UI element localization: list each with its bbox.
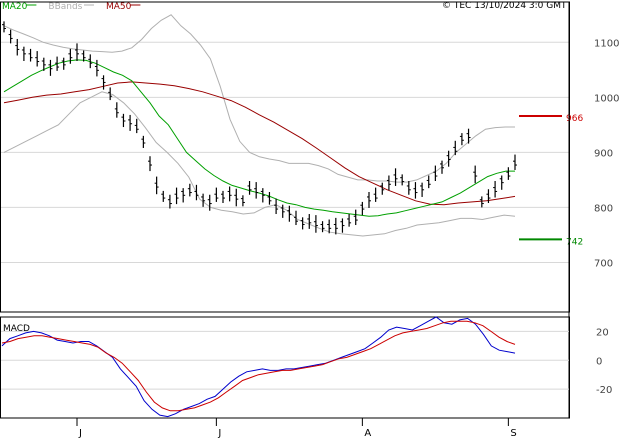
price-bar	[493, 180, 498, 198]
x-tick-label: S	[510, 428, 516, 439]
price-panel-frame	[0, 1, 570, 313]
bband-upper-line	[3, 14, 515, 183]
price-bar	[148, 156, 152, 172]
price-bar	[101, 75, 106, 90]
legend-item-bbands: BBands	[48, 2, 82, 12]
price-bar	[227, 186, 232, 202]
price-bar	[8, 29, 13, 44]
price-bar	[386, 175, 391, 191]
price-bar	[313, 215, 318, 233]
macd-label: MACD	[3, 324, 30, 334]
price-bar	[254, 182, 259, 199]
x-tick-label: A	[364, 428, 371, 439]
price-bar	[300, 217, 305, 230]
price-bar	[154, 176, 159, 195]
macd-line	[1, 316, 516, 418]
y-axis-area	[570, 0, 627, 440]
price-bar	[393, 168, 398, 186]
price-bar	[400, 174, 405, 186]
price-bar	[307, 214, 312, 229]
price-bar	[333, 217, 338, 235]
price-bar	[187, 183, 192, 197]
price-bar	[373, 187, 378, 202]
y-tick-label: 1100	[594, 38, 619, 49]
price-bar	[161, 190, 166, 202]
price-bar	[15, 38, 20, 56]
price-bar	[75, 43, 79, 61]
price-bar	[194, 184, 199, 201]
legend-item-ma20: MA20	[2, 2, 28, 12]
ma20-line	[3, 59, 515, 217]
stock-chart: 11001000900800700966742 200-20MACD JJASO…	[0, 0, 627, 440]
price-bar	[347, 214, 352, 227]
price-bar	[453, 140, 458, 156]
price-bar	[61, 57, 66, 70]
price-bar	[340, 218, 345, 233]
price-bar	[267, 192, 272, 205]
price-bar	[48, 59, 53, 76]
price-bar	[121, 113, 126, 128]
price-bar	[167, 194, 172, 209]
x-axis: JJASO	[76, 418, 517, 439]
price-bar	[513, 154, 517, 170]
bband-lower-line	[3, 91, 516, 237]
x-tick-label: J	[78, 428, 82, 439]
price-bar	[260, 188, 265, 203]
price-bar	[413, 182, 418, 199]
macd-y-tick-label: 20	[596, 327, 609, 338]
price-bar	[479, 196, 484, 208]
price-bar	[247, 180, 252, 195]
price-bar	[459, 133, 464, 146]
price-bar	[294, 210, 298, 226]
price-bar	[134, 118, 139, 134]
price-bar	[240, 195, 245, 207]
price-bar	[274, 198, 279, 215]
price-bar	[367, 192, 371, 208]
price-bar	[360, 201, 365, 216]
price-bar	[21, 46, 26, 61]
price-bar	[28, 48, 33, 62]
price-bar	[35, 51, 40, 67]
price-bar	[221, 190, 225, 204]
price-bar	[280, 204, 285, 218]
price-bar	[320, 221, 325, 233]
price-bar	[433, 165, 438, 181]
price-panel: 11001000900800700966742	[0, 0, 627, 440]
price-bar	[181, 188, 186, 203]
legend-item-ma50: MA50	[106, 2, 132, 12]
price-bar	[207, 194, 212, 211]
price-bar	[94, 59, 99, 77]
chart-header: © TEC 13/10/2024 3:0 GMT MA20 BBands MA50	[2, 1, 567, 12]
price-bar	[114, 102, 119, 118]
x-tick-label: J	[217, 428, 221, 439]
price-bar	[68, 48, 73, 64]
price-bar	[499, 175, 504, 190]
price-bar	[420, 182, 425, 197]
price-bar	[234, 188, 239, 207]
ma50-line	[3, 81, 516, 206]
price-bar	[380, 182, 385, 195]
y-tick-label: 700	[594, 258, 613, 269]
macd-y-tick-label: 0	[596, 356, 602, 367]
price-bar	[128, 114, 133, 131]
y-tick-label: 900	[594, 148, 613, 159]
price-bar	[353, 209, 358, 226]
price-bar	[214, 187, 219, 202]
price-bar	[473, 165, 478, 184]
macd-panel: 20 0 -20 MACD	[0, 316, 612, 419]
macd-panel-frame	[0, 316, 570, 419]
macd-y-tick-label: -20	[596, 385, 612, 396]
price-bar	[426, 175, 431, 189]
y-tick-label: 800	[594, 203, 613, 214]
price-bar	[406, 180, 411, 195]
price-bar	[141, 135, 146, 148]
price-bar	[174, 187, 179, 205]
price-bar	[506, 167, 511, 180]
y-tick-label: 1000	[594, 93, 619, 104]
copyright-text: © TEC 13/10/2024 3:0 GMT	[442, 1, 567, 11]
macd-signal-line	[1, 320, 516, 412]
